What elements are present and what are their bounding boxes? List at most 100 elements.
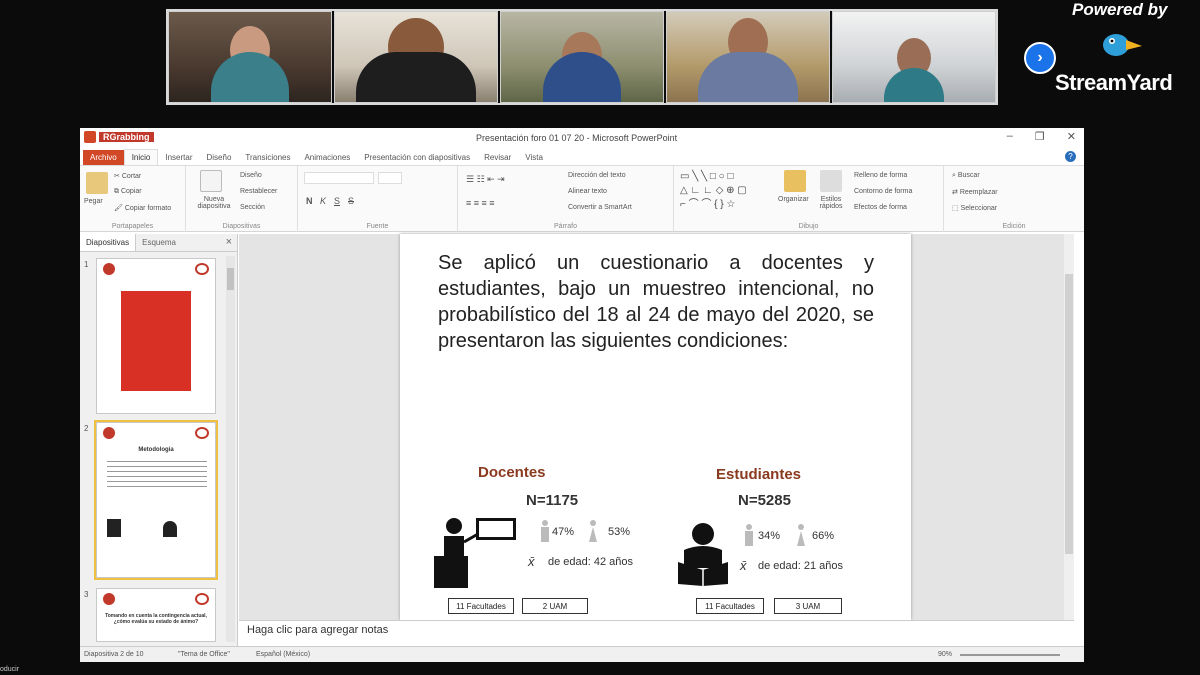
restore-icon[interactable]: ❐	[1035, 130, 1045, 143]
notes-placeholder[interactable]: Haga clic para agregar notas	[247, 624, 388, 636]
scroll-thumb[interactable]	[227, 268, 234, 290]
align-icons[interactable]: ≡ ≡ ≡ ≡	[466, 198, 495, 208]
arrange-button[interactable]: Organizar	[778, 196, 809, 203]
group-label: Dibujo	[798, 223, 819, 230]
bold-button[interactable]: N	[306, 196, 313, 206]
status-bar: Diapositiva 2 de 10 "Tema de Office" Esp…	[80, 646, 1084, 662]
group-label: Fuente	[366, 223, 389, 230]
participant-tile[interactable]	[168, 11, 332, 103]
smartart-button[interactable]: Convertir a SmartArt	[568, 204, 632, 211]
copy-button[interactable]: ⧉ Copiar	[114, 188, 142, 196]
participant-tile[interactable]	[832, 11, 996, 103]
group-paragraph: Dirección del texto Alinear texto Conver…	[458, 166, 674, 232]
participant-body	[543, 52, 621, 102]
tab-outline[interactable]: Esquema	[136, 234, 182, 251]
corner-text: oducir	[0, 666, 20, 673]
powerpoint-window: RGrabbing Presentación foro 01 07 20 - M…	[80, 128, 1084, 662]
find-label: Buscar	[957, 172, 980, 179]
find-button[interactable]: ⌕ Buscar	[952, 172, 980, 180]
slide-paragraph[interactable]: Se aplicó un cuestionario a docentes y e…	[438, 250, 874, 354]
tab-animaciones[interactable]: Animaciones	[297, 150, 357, 165]
male-icon	[745, 524, 753, 546]
participant-tile[interactable]	[666, 11, 830, 103]
student-icon	[163, 521, 177, 537]
minimize-icon[interactable]: –	[1007, 130, 1013, 143]
tab-vista[interactable]: Vista	[518, 150, 550, 165]
new-slide-icon[interactable]	[200, 170, 222, 192]
notes-pane[interactable]: Haga clic para agregar notas	[239, 620, 1074, 642]
shape-fill-button[interactable]: Relleno de forma	[854, 172, 907, 179]
tab-presentacion[interactable]: Presentación con diapositivas	[357, 150, 477, 165]
section-button[interactable]: Sección	[240, 204, 265, 211]
streamyard-logo-icon	[1103, 34, 1142, 56]
underline-button[interactable]: S	[334, 196, 340, 206]
scroll-thumb[interactable]	[1065, 274, 1073, 554]
layout-button[interactable]: Diseño	[240, 172, 262, 179]
slide-canvas[interactable]: Se aplicó un cuestionario a docentes y e…	[400, 234, 911, 620]
logo-icon	[103, 427, 115, 439]
close-icon[interactable]: ✕	[1067, 130, 1076, 143]
paste-icon[interactable]	[86, 172, 108, 194]
title-bar: RGrabbing Presentación foro 01 07 20 - M…	[80, 128, 1084, 148]
pane-tabs: Diapositivas Esquema ×	[80, 234, 237, 252]
group-drawing: ▭ ╲ ╲ □ ○ □ △ ∟ ∟ ◇ ⊕ ▢ ⌐ ⌒ ⌒ { } ☆ Organi…	[674, 166, 944, 232]
tab-diseno[interactable]: Diseño	[200, 150, 239, 165]
help-icon[interactable]: ?	[1065, 151, 1076, 162]
shape-outline-button[interactable]: Contorno de forma	[854, 188, 912, 195]
tab-revisar[interactable]: Revisar	[477, 150, 518, 165]
next-page-button[interactable]: ›	[1024, 42, 1056, 74]
select-button[interactable]: ⬚ Seleccionar	[952, 204, 997, 212]
group-clipboard: Pegar ✂ Cortar ⧉ Copiar 🖌 Copiar formato…	[80, 166, 186, 232]
close-icon[interactable]: ×	[226, 236, 232, 248]
shape-effects-button[interactable]: Efectos de forma	[854, 204, 907, 211]
replace-button[interactable]: ⇄ Reemplazar	[952, 188, 998, 196]
cut-button[interactable]: ✂ Cortar	[114, 172, 141, 180]
ribbon: Pegar ✂ Cortar ⧉ Copiar 🖌 Copiar formato…	[80, 166, 1084, 232]
tab-insertar[interactable]: Insertar	[158, 150, 199, 165]
arrange-icon[interactable]	[784, 170, 806, 192]
italic-button[interactable]: K	[320, 196, 326, 206]
participant-body	[211, 52, 289, 102]
font-name-select[interactable]	[304, 172, 374, 184]
zoom-level[interactable]: 90%	[938, 651, 952, 658]
pane-scrollbar[interactable]	[226, 256, 235, 642]
format-painter-button[interactable]: 🖌 Copiar formato	[114, 204, 171, 212]
participant-strip	[166, 9, 998, 105]
quick-styles-button[interactable]: Estilos rápidos	[814, 196, 848, 210]
new-slide-button[interactable]: Nueva diapositiva	[190, 196, 238, 210]
window-controls: – ❐ ✕	[1007, 130, 1076, 143]
female-icon	[797, 524, 805, 546]
paste-button[interactable]: Pegar	[84, 198, 103, 205]
slide-scrollbar[interactable]	[1064, 234, 1074, 620]
format-label: Copiar formato	[124, 205, 172, 212]
slide-thumbnail[interactable]	[96, 258, 216, 414]
select-icon: ⬚	[952, 205, 961, 212]
bullets-icon[interactable]: ☰ ☷ ⇤ ⇥	[466, 174, 505, 185]
quick-styles-icon[interactable]	[820, 170, 842, 192]
brush-icon: 🖌	[114, 205, 125, 212]
qat-tag[interactable]: RGrabbing	[99, 132, 154, 142]
logo-icon	[103, 593, 115, 605]
teacher-icon	[107, 519, 121, 537]
tab-archivo[interactable]: Archivo	[83, 150, 124, 165]
text-direction-button[interactable]: Dirección del texto	[568, 172, 626, 179]
slide-counter: Diapositiva 2 de 10	[84, 651, 144, 658]
font-size-select[interactable]	[378, 172, 402, 184]
align-text-button[interactable]: Alinear texto	[568, 188, 607, 195]
strike-button[interactable]: S	[348, 196, 354, 206]
slide-thumbnail[interactable]: Tomando en cuenta la contingencia actual…	[96, 588, 216, 642]
tab-inicio[interactable]: Inicio	[123, 149, 159, 165]
zoom-slider[interactable]	[960, 654, 1060, 656]
tab-transiciones[interactable]: Transiciones	[238, 150, 297, 165]
shapes-gallery[interactable]: ▭ ╲ ╲ □ ○ □ △ ∟ ∟ ◇ ⊕ ▢ ⌐ ⌒ ⌒ { } ☆	[680, 170, 747, 212]
participant-tile[interactable]	[334, 11, 498, 103]
participant-tile[interactable]	[500, 11, 664, 103]
logo-icon	[195, 593, 209, 605]
language[interactable]: Español (México)	[256, 651, 310, 658]
female-icon	[589, 520, 597, 542]
slide-thumbnail-selected[interactable]: Metodología	[94, 420, 218, 580]
estudiantes-uam: 3 UAM	[774, 598, 842, 614]
tab-slides[interactable]: Diapositivas	[80, 234, 137, 251]
reset-button[interactable]: Restablecer	[240, 188, 277, 195]
docentes-facultades: 11 Facultades	[448, 598, 514, 614]
